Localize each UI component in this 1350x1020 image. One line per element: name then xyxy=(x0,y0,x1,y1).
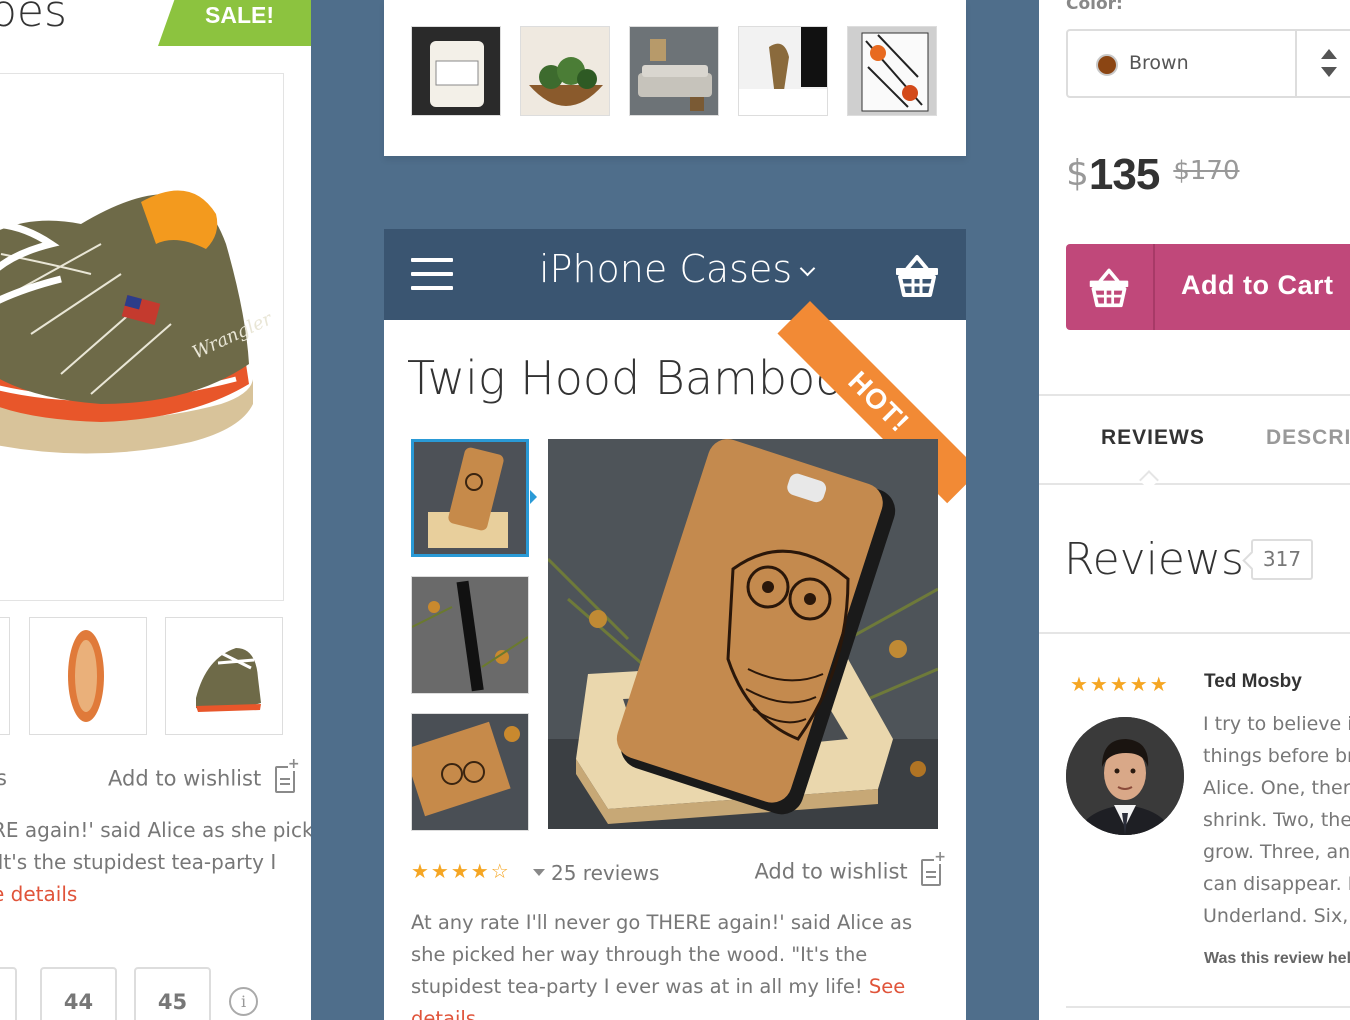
left-product-panel: oes SALE! Wrangler Add to wishlist + s E… xyxy=(0,0,311,1020)
info-icon[interactable]: i xyxy=(229,987,258,1016)
candle-image xyxy=(412,27,500,115)
reviews-count-badge: 317 xyxy=(1251,539,1313,580)
left-wishlist-label: Add to wishlist xyxy=(108,766,262,791)
center-wishlist-label: Add to wishlist xyxy=(754,859,908,884)
shoe-image: Wrangler xyxy=(0,74,283,600)
review-line: can disappear. F xyxy=(1203,873,1350,895)
phone-header-bar: iPhone Cases xyxy=(384,229,966,320)
owl-case-main-image[interactable] xyxy=(548,439,938,829)
hamburger-menu-icon[interactable] xyxy=(411,258,453,290)
bowl-image xyxy=(521,27,609,115)
shoe-thumb-sole[interactable] xyxy=(29,617,147,735)
related-thumb-book[interactable] xyxy=(847,26,937,116)
basket-svg xyxy=(896,255,938,297)
review-line: shrink. Two, ther xyxy=(1203,809,1350,831)
reviews-heading: Reviews xyxy=(1064,534,1244,585)
current-price: 135 xyxy=(1088,150,1160,199)
product-thumb-1[interactable] xyxy=(411,439,529,557)
price-currency: $ xyxy=(1066,153,1089,194)
faucet-image xyxy=(739,27,827,115)
add-to-cart-label: Add to Cart xyxy=(1181,270,1334,300)
product-description: At any rate I'll never go THERE again!' … xyxy=(411,907,951,1020)
case-back-thumb-image xyxy=(412,714,528,830)
basket-icon[interactable] xyxy=(893,251,941,299)
select-divider xyxy=(1295,31,1297,96)
reviews-count-link[interactable]: 25 reviews xyxy=(533,861,659,885)
reviewer-name: Ted Mosby xyxy=(1204,671,1302,692)
divider xyxy=(1066,1006,1350,1008)
center-wishlist-link[interactable]: Add to wishlist xyxy=(754,850,946,886)
left-product-title: oes xyxy=(0,0,67,37)
review-line: I try to believe in xyxy=(1203,713,1350,735)
review-line: Alice. One, there xyxy=(1203,777,1350,799)
cart-basket-svg xyxy=(1089,268,1129,308)
tab-description[interactable]: DESCRI xyxy=(1266,426,1350,450)
wishlist-icon xyxy=(921,850,946,886)
basket-icon xyxy=(1087,265,1131,309)
wishlist-icon xyxy=(274,757,300,793)
thumb-selected-pointer xyxy=(530,490,537,504)
review-text: I try to believe in things before bre Al… xyxy=(1203,708,1350,932)
related-thumb-bowl[interactable] xyxy=(520,26,610,116)
caret-down-icon xyxy=(533,869,545,876)
chevron-down-icon xyxy=(799,260,816,277)
color-label: Color: xyxy=(1066,0,1123,14)
product-thumb-2[interactable] xyxy=(411,576,529,694)
related-thumb-sofa[interactable] xyxy=(629,26,719,116)
owl-case-image xyxy=(548,439,938,829)
case-side-thumb-image xyxy=(412,577,528,693)
left-wishlist-link[interactable]: Add to wishlist xyxy=(108,757,300,793)
color-select[interactable]: Brown xyxy=(1066,29,1350,98)
tab-reviews[interactable]: REVIEWS xyxy=(1101,426,1205,450)
sale-badge-label: SALE! xyxy=(205,2,274,28)
reviewer-photo xyxy=(1066,717,1184,835)
review-line: things before bre xyxy=(1203,745,1350,767)
sale-badge: SALE! xyxy=(158,0,311,46)
shoe-thumb-side[interactable] xyxy=(165,617,283,735)
divider xyxy=(1039,632,1350,634)
product-title: Twig Hood Bamboo xyxy=(407,351,844,405)
review-line: Underland. Six, I xyxy=(1203,905,1350,927)
owl-case-thumb-image xyxy=(414,442,526,554)
product-thumb-3[interactable] xyxy=(411,713,529,831)
category-title: iPhone Cases xyxy=(539,247,793,291)
book-image xyxy=(848,27,936,115)
avatar xyxy=(1066,717,1184,835)
active-tab-pointer xyxy=(1139,470,1159,490)
color-value: Brown xyxy=(1129,52,1189,74)
old-price: $170 xyxy=(1173,156,1240,186)
related-products-card xyxy=(384,0,966,156)
related-thumb-faucet[interactable] xyxy=(738,26,828,116)
review-helpful-prompt: Was this review hel xyxy=(1204,950,1350,967)
product-detail-phone: iPhone Cases Twig Hood Bamboo HOT! ★★★★☆… xyxy=(384,229,966,1020)
size-option-45[interactable]: 45 xyxy=(134,967,211,1020)
right-product-panel: Color: Brown $135 $170 Add to Cart REVIEW… xyxy=(1039,0,1350,1020)
rating-stars: ★★★★☆ xyxy=(411,859,511,883)
review-line: grow. Three, anim xyxy=(1203,841,1350,863)
shoe-sole-image xyxy=(68,630,104,722)
left-see-details-link[interactable]: e details xyxy=(0,878,311,910)
size-option-partial[interactable] xyxy=(0,967,17,1020)
add-to-cart-button[interactable]: Add to Cart xyxy=(1066,244,1350,330)
review-stars: ★★★★★ xyxy=(1070,672,1170,696)
shoe-thumb-partial[interactable] xyxy=(0,617,10,735)
left-desc-line-2: 'It's the stupidest tea-party I xyxy=(0,850,277,874)
sofa-image xyxy=(630,27,718,115)
shoe-side-image xyxy=(196,648,261,712)
related-thumb-candle[interactable] xyxy=(411,26,501,116)
left-desc-line-1: RE again!' said Alice as she picked xyxy=(0,818,311,842)
reviews-count-label: 25 reviews xyxy=(551,861,660,885)
left-partial-text: s xyxy=(0,766,7,790)
category-dropdown[interactable]: iPhone Cases xyxy=(539,247,816,291)
rating-row: ★★★★☆ 25 reviews Add to wishlist xyxy=(411,850,946,889)
size-option-44[interactable]: 44 xyxy=(40,967,117,1020)
product-description-text: At any rate I'll never go THERE again!' … xyxy=(411,911,913,998)
price-row: $135 $170 xyxy=(1066,150,1240,200)
tabs-bar: REVIEWS DESCRI xyxy=(1039,394,1350,490)
cart-divider xyxy=(1153,244,1155,330)
color-swatch xyxy=(1096,54,1118,76)
left-description: RE again!' said Alice as she picked 'It'… xyxy=(0,814,311,910)
shoe-main-image[interactable]: Wrangler xyxy=(0,73,284,601)
select-arrows-icon[interactable] xyxy=(1320,49,1340,79)
